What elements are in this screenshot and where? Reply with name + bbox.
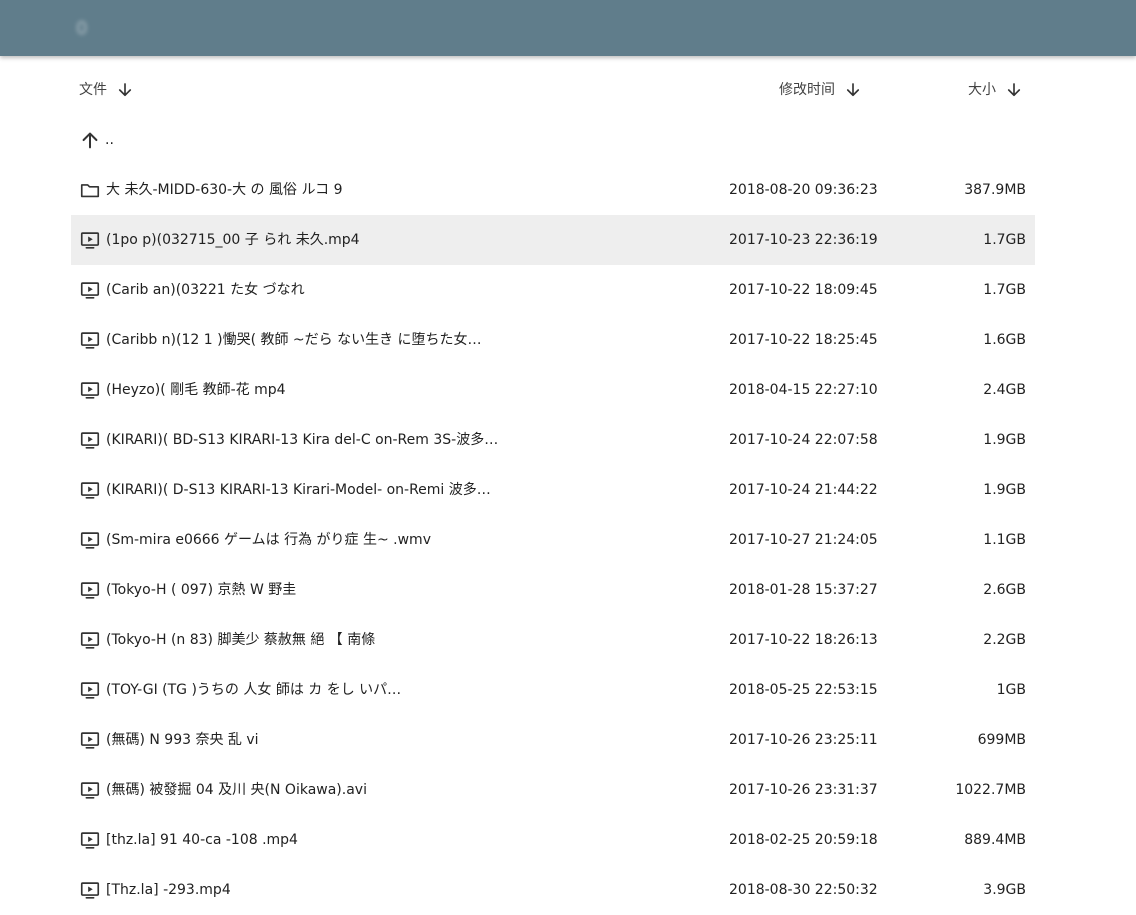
folder-icon — [80, 184, 100, 198]
file-row[interactable]: (Tokyo-H ( 097) 京熱 W 野圭 2018-01-28 15:37:… — [71, 565, 1035, 615]
file-size: 1.9GB — [983, 482, 1026, 498]
video-file-icon — [80, 432, 100, 449]
file-size: 1.7GB — [983, 232, 1026, 248]
file-row[interactable]: (1po p)(032715_00 子 られ 未久.mp4 2017-10-23 … — [71, 215, 1035, 265]
file-modified-time: 2017-10-22 18:09:45 — [729, 282, 878, 298]
file-row[interactable]: (無碼) 被發掘 04 及川 央(N Oikawa).avi 2017-10-26… — [71, 765, 1035, 815]
video-file-icon — [80, 682, 100, 699]
file-row[interactable]: (KIRARI)( BD-S13 KIRARI-13 Kira del-C on… — [71, 415, 1035, 465]
file-size: 3.9GB — [983, 882, 1026, 898]
video-file-icon — [80, 632, 100, 649]
file-size: 2.4GB — [983, 382, 1026, 398]
file-size: 1.1GB — [983, 532, 1026, 548]
video-file-icon — [80, 382, 100, 399]
file-modified-time: 2018-08-20 09:36:23 — [729, 182, 878, 198]
file-name: (Carib an)(03221 た女 づなれ — [106, 282, 305, 298]
file-name: (KIRARI)( D-S13 KIRARI-13 Kirari-Model- … — [106, 482, 491, 498]
file-name: 大 未久-MIDD-630-大 の 風俗 ルコ 9 — [106, 182, 343, 198]
file-row[interactable]: [Thz.la] -293.mp4 2018-08-30 22:50:32 3.9G… — [71, 865, 1035, 915]
file-modified-time: 2018-04-15 22:27:10 — [729, 382, 878, 398]
file-name: (Heyzo)( 剛毛 教師-花 mp4 — [106, 382, 286, 398]
video-file-icon — [80, 282, 100, 299]
file-row[interactable]: (Carib an)(03221 た女 づなれ 2017-10-22 18:09:… — [71, 265, 1035, 315]
file-name: (Sm-mira e0666 ゲームは 行為 がり症 生~ .wmv — [106, 532, 431, 548]
app-title: 0 — [76, 18, 88, 39]
app-bar: 0 — [0, 0, 1136, 56]
file-modified-time: 2018-01-28 15:37:27 — [729, 582, 878, 598]
file-size: 387.9MB — [964, 182, 1026, 198]
file-name: (Tokyo-H (n 83) 脚美少 蔡赦無 絕 【 南條 — [106, 632, 376, 648]
file-modified-time: 2017-10-26 23:31:37 — [729, 782, 878, 798]
file-size: 699MB — [977, 732, 1026, 748]
file-size: 889.4MB — [964, 832, 1026, 848]
sort-by-name-button[interactable]: 文件 — [79, 78, 134, 102]
file-row[interactable]: (Sm-mira e0666 ゲームは 行為 がり症 生~ .wmv 2017-1… — [71, 515, 1035, 565]
list-header: 文件 修改时间 大小 — [0, 70, 1136, 110]
arrow-down-icon — [1007, 83, 1021, 97]
size-column-label: 大小 — [968, 82, 996, 98]
file-modified-time: 2017-10-23 22:36:19 — [729, 232, 878, 248]
file-size: 1GB — [996, 682, 1026, 698]
file-name: (Caribb n)(12 1 )慟哭( 教師 ~だら ない生き に堕ちた女… — [106, 332, 482, 348]
file-size: 2.6GB — [983, 582, 1026, 598]
file-row[interactable]: [thz.la] 91 40-ca -108 .mp4 2018-02-25 20… — [71, 815, 1035, 865]
video-file-icon — [80, 532, 100, 549]
video-file-icon — [80, 482, 100, 499]
file-modified-time: 2017-10-22 18:25:45 — [729, 332, 878, 348]
parent-directory-label: .. — [105, 132, 114, 148]
file-name: (Tokyo-H ( 097) 京熱 W 野圭 — [106, 582, 297, 598]
file-row[interactable]: (Heyzo)( 剛毛 教師-花 mp4 2018-04-15 22:27:10 2… — [71, 365, 1035, 415]
video-file-icon — [80, 782, 100, 799]
file-size: 1.9GB — [983, 432, 1026, 448]
file-row[interactable]: (KIRARI)( D-S13 KIRARI-13 Kirari-Model- … — [71, 465, 1035, 515]
file-name: [thz.la] 91 40-ca -108 .mp4 — [106, 832, 298, 848]
file-name: (TOY-GI (TG )うちの 人女 師は カ をし いパ… — [106, 682, 402, 698]
video-file-icon — [80, 232, 100, 249]
video-file-icon — [80, 832, 100, 849]
video-file-icon — [80, 882, 100, 899]
file-row[interactable]: (TOY-GI (TG )うちの 人女 師は カ をし いパ… 2018-05-2… — [71, 665, 1035, 715]
time-column-label: 修改时间 — [779, 82, 835, 98]
name-column-label: 文件 — [79, 82, 107, 98]
file-size: 1.7GB — [983, 282, 1026, 298]
arrow-down-icon — [846, 83, 860, 97]
file-modified-time: 2017-10-24 21:44:22 — [729, 482, 878, 498]
file-modified-time: 2017-10-26 23:25:11 — [729, 732, 878, 748]
file-modified-time: 2017-10-24 22:07:58 — [729, 432, 878, 448]
file-name: (無碼) N 993 奈央 乱 vi — [106, 732, 259, 748]
file-size: 1.6GB — [983, 332, 1026, 348]
file-row[interactable]: (無碼) N 993 奈央 乱 vi 2017-10-26 23:25:11 699… — [71, 715, 1035, 765]
file-name: (KIRARI)( BD-S13 KIRARI-13 Kira del-C on… — [106, 432, 499, 448]
file-size: 1022.7MB — [955, 782, 1026, 798]
file-list: .. 大 未久-MIDD-630-大 の 風俗 ルコ 9 2018-08-20 … — [71, 115, 1035, 915]
video-file-icon — [80, 732, 100, 749]
sort-by-size-button[interactable]: 大小 — [968, 78, 1023, 102]
arrow-up-icon — [82, 132, 98, 149]
file-name: (1po p)(032715_00 子 られ 未久.mp4 — [106, 232, 360, 248]
file-row[interactable]: (Caribb n)(12 1 )慟哭( 教師 ~だら ない生き に堕ちた女… 2… — [71, 315, 1035, 365]
parent-directory-row[interactable]: .. — [71, 115, 1035, 165]
file-row[interactable]: (Tokyo-H (n 83) 脚美少 蔡赦無 絕 【 南條 2017-10-22… — [71, 615, 1035, 665]
file-modified-time: 2017-10-22 18:26:13 — [729, 632, 878, 648]
video-file-icon — [80, 332, 100, 349]
file-name: [Thz.la] -293.mp4 — [106, 882, 231, 898]
video-file-icon — [80, 582, 100, 599]
file-modified-time: 2018-02-25 20:59:18 — [729, 832, 878, 848]
file-modified-time: 2017-10-27 21:24:05 — [729, 532, 878, 548]
sort-by-time-button[interactable]: 修改时间 — [779, 78, 862, 102]
file-modified-time: 2018-05-25 22:53:15 — [729, 682, 878, 698]
file-name: (無碼) 被發掘 04 及川 央(N Oikawa).avi — [106, 782, 367, 798]
arrow-down-icon — [118, 83, 132, 97]
file-modified-time: 2018-08-30 22:50:32 — [729, 882, 878, 898]
file-size: 2.2GB — [983, 632, 1026, 648]
folder-row[interactable]: 大 未久-MIDD-630-大 の 風俗 ルコ 9 2018-08-20 09:… — [71, 165, 1035, 215]
